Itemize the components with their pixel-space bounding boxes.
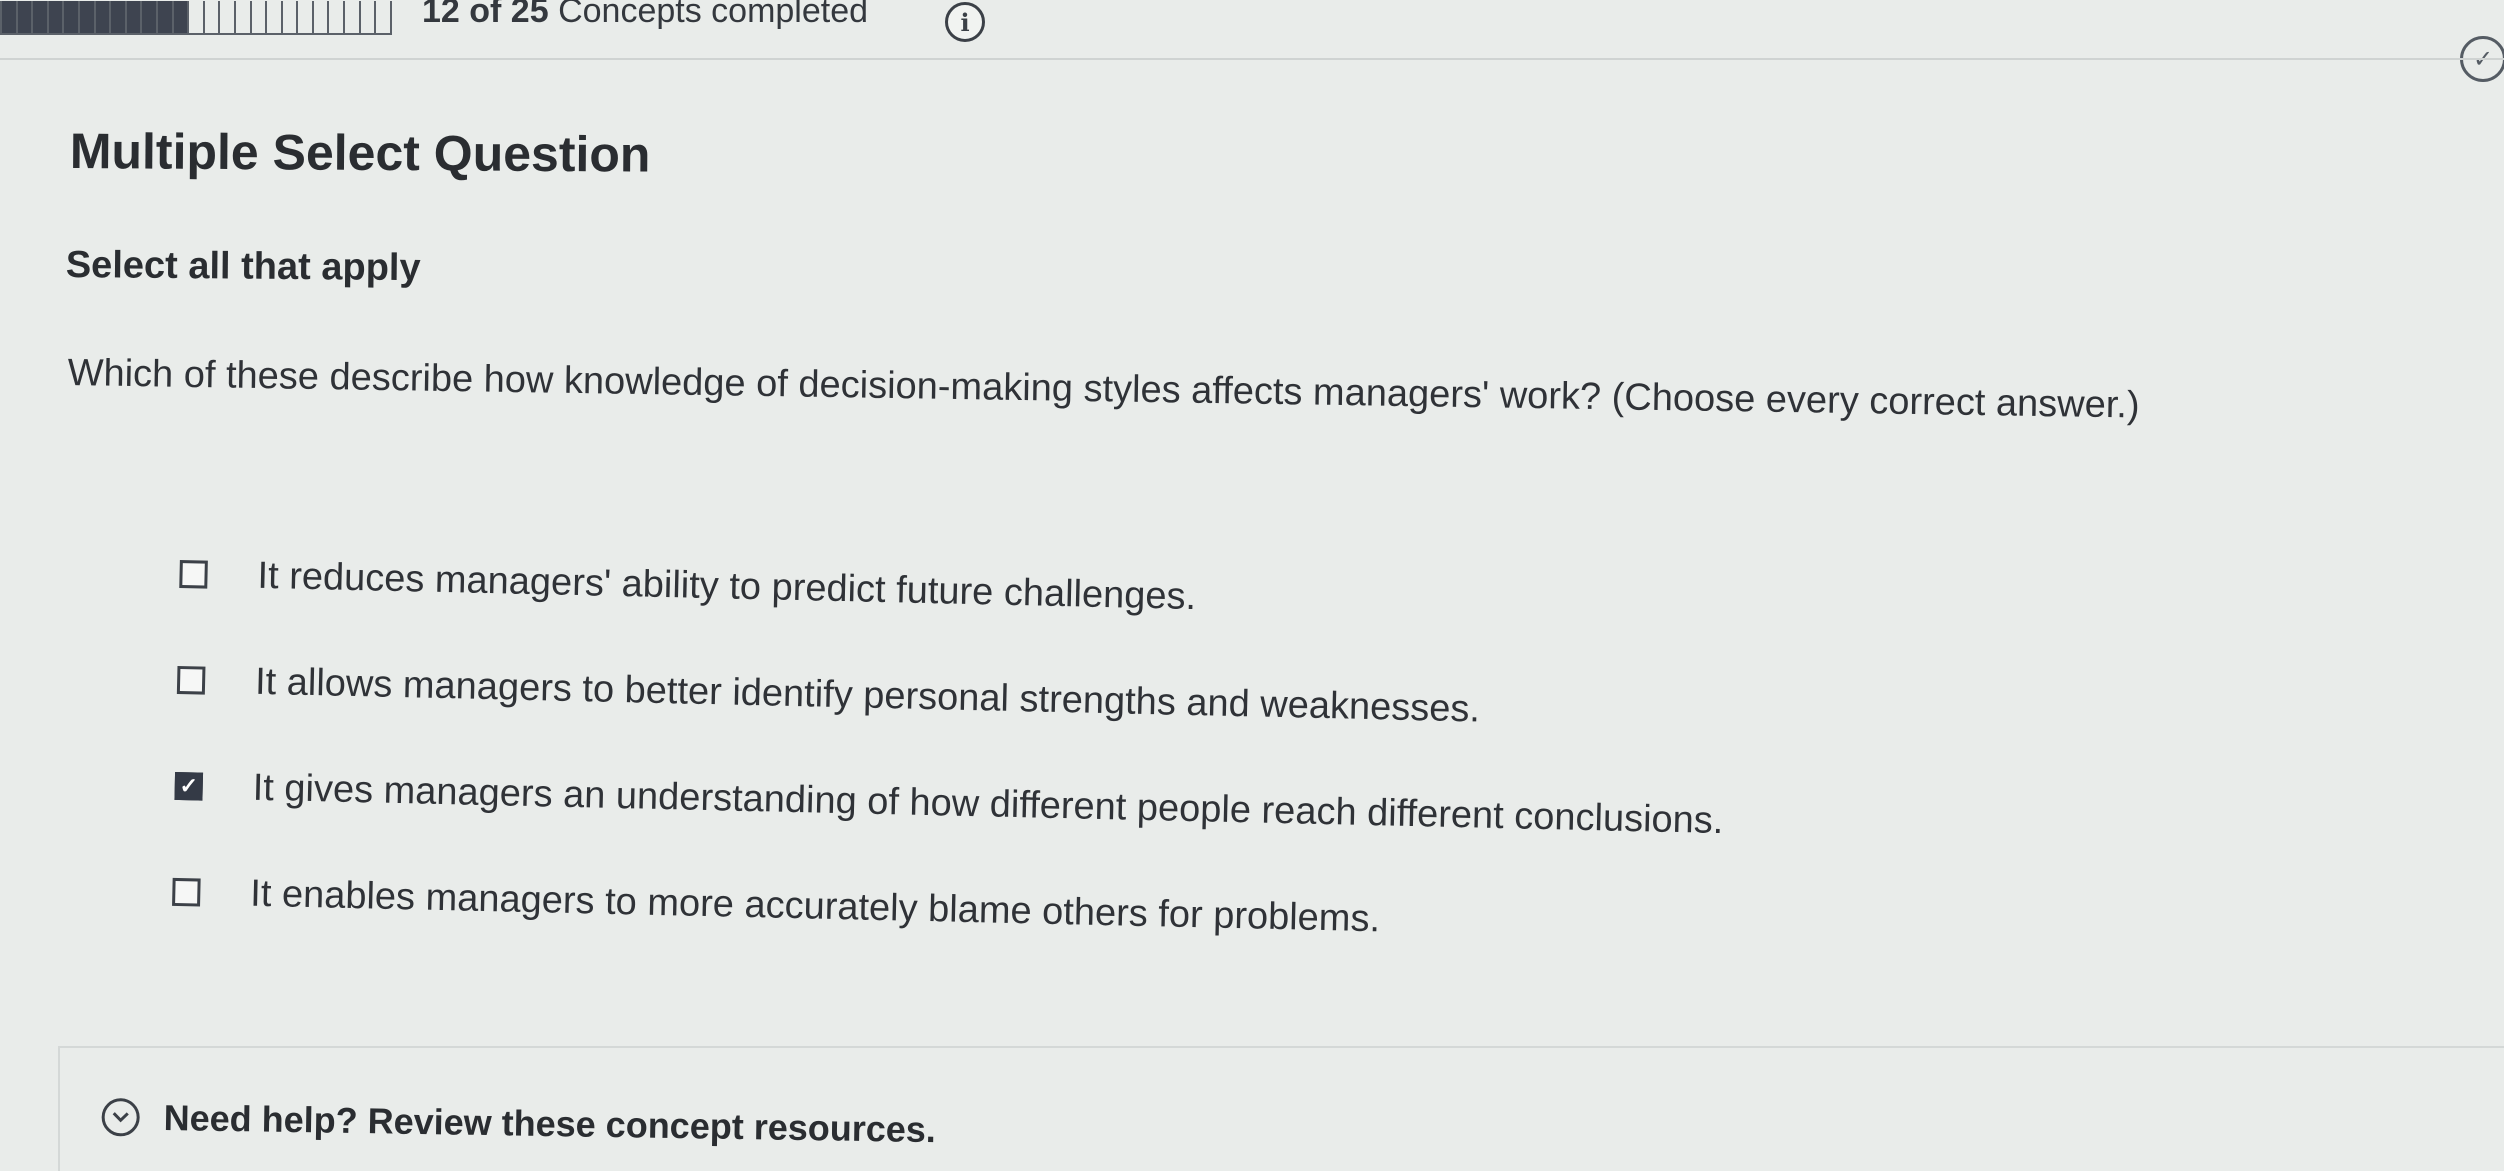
progress-count: 12 of 25 <box>422 0 549 30</box>
answer-option-label: It reduces managers' ability to predict … <box>257 554 1197 618</box>
question-type-heading: Multiple Select Question <box>69 122 651 183</box>
info-icon[interactable]: i <box>945 2 985 42</box>
progress-segment <box>48 1 65 33</box>
progress-segment <box>2 1 18 33</box>
progress-segment <box>157 1 174 33</box>
progress-segment <box>33 1 49 33</box>
chevron-down-glyph <box>112 1112 129 1123</box>
progress-segment <box>126 1 143 33</box>
progress-segment <box>17 1 34 33</box>
answer-option-2[interactable]: It allows managers to better identify pe… <box>176 660 1726 734</box>
progress-segment <box>64 1 80 33</box>
answer-option-3[interactable]: ✓ It gives managers an understanding of … <box>174 766 1724 842</box>
answer-options: It reduces managers' ability to predict … <box>170 554 1728 1014</box>
answer-checkbox[interactable] <box>179 559 208 589</box>
progress-status: 12 of 25 Concepts completed <box>422 0 868 31</box>
progress-segment <box>376 1 390 33</box>
progress-segment <box>267 1 283 33</box>
chevron-down-icon[interactable] <box>101 1097 140 1137</box>
answer-option-label: It enables managers to more accurately b… <box>249 872 1381 940</box>
progress-segment <box>314 1 330 33</box>
progress-segment <box>205 1 221 33</box>
answer-option-1[interactable]: It reduces managers' ability to predict … <box>179 554 1728 628</box>
answer-checkbox[interactable] <box>176 665 206 695</box>
answer-option-4[interactable]: It enables managers to more accurately b… <box>172 872 1721 946</box>
progress-segment <box>95 1 112 33</box>
progress-header: 12 of 25 Concepts completed <box>0 0 868 36</box>
progress-segment <box>173 1 190 33</box>
checkmark-icon: ✓ <box>179 773 199 799</box>
answer-checkbox[interactable] <box>172 877 201 907</box>
progress-label: Concepts completed <box>558 0 869 30</box>
progress-segment <box>298 1 314 33</box>
concept-resources-toggle[interactable]: Need help? Review these concept resource… <box>101 1096 936 1151</box>
progress-segment <box>345 1 361 33</box>
answer-checkbox[interactable]: ✓ <box>174 771 204 801</box>
progress-segment <box>252 1 268 33</box>
progress-segment <box>329 1 346 33</box>
progress-segment <box>283 1 299 33</box>
progress-segment <box>220 1 236 33</box>
instruction-text: Select all that apply <box>65 244 421 290</box>
answer-option-label: It allows managers to better identify pe… <box>254 660 1481 731</box>
progress-segment <box>142 1 158 33</box>
question-prompt: Which of these describe how knowledge of… <box>67 352 2140 427</box>
concept-progress-bar <box>0 1 392 35</box>
progress-segment <box>236 1 252 33</box>
answer-option-label: It gives managers an understanding of ho… <box>252 766 1724 842</box>
header-divider <box>0 58 2504 60</box>
progress-segment <box>79 1 96 33</box>
progress-segment <box>361 1 377 33</box>
help-panel: Need help? Review these concept resource… <box>58 1046 2504 1171</box>
help-link-text[interactable]: Need help? Review these concept resource… <box>163 1097 936 1151</box>
progress-segment <box>111 1 127 33</box>
progress-segment <box>189 1 205 33</box>
